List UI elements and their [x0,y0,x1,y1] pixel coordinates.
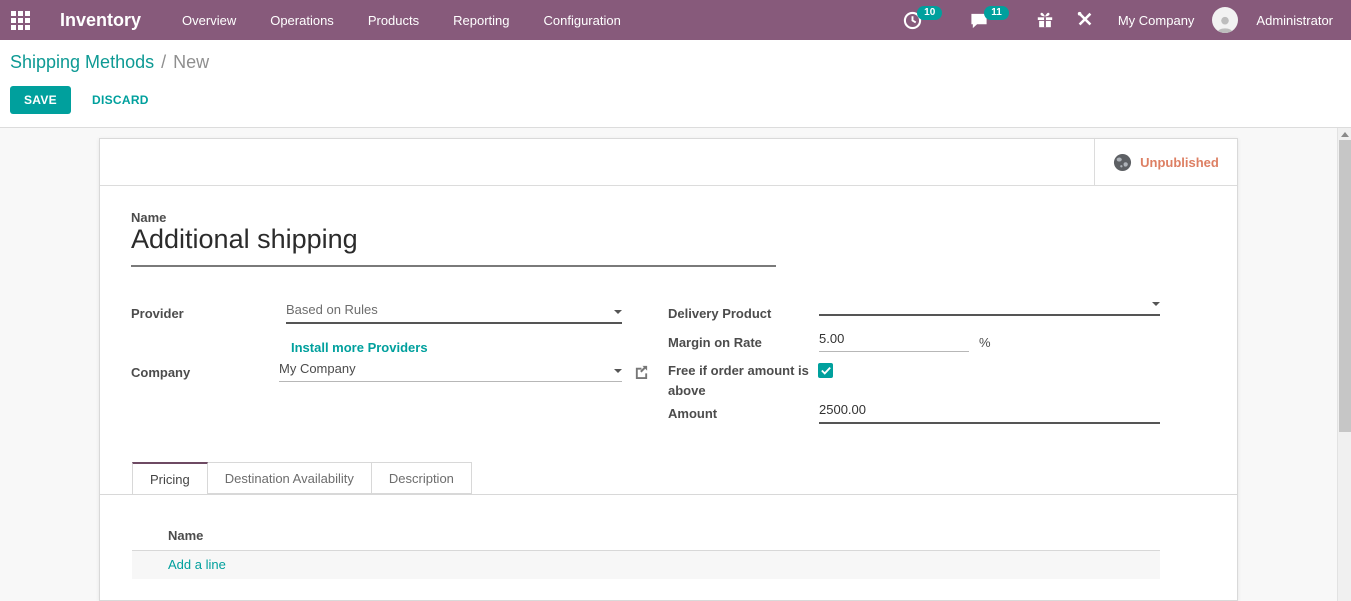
amount-input[interactable]: 2500.00 [819,402,1160,424]
pricing-table: Name Add a line [132,523,1160,579]
amount-label: Amount [668,406,717,421]
tab-pricing[interactable]: Pricing [132,462,208,495]
control-panel-buttons: SAVE DISCARD [10,86,1341,114]
nav-configuration[interactable]: Configuration [531,7,634,34]
user-silhouette-icon [1215,14,1235,33]
top-navbar: Inventory Overview Operations Products R… [0,0,1351,40]
margin-percent-suffix: % [979,335,991,350]
messages-button[interactable]: 11 [963,7,1020,34]
content-area: Unpublished Name Additional shipping Pro… [0,128,1351,601]
name-input[interactable]: Additional shipping [131,224,776,267]
free-if-checkbox[interactable] [818,363,833,378]
sheet-top-strip: Unpublished [100,139,1237,186]
breadcrumb-separator: / [161,52,166,73]
provider-caret-icon [614,310,622,314]
company-label: Company [131,365,190,380]
topbar-right: 10 11 [897,7,1351,34]
nav-reporting[interactable]: Reporting [440,7,522,34]
scrollbar-thumb[interactable] [1339,140,1351,432]
tab-destination-availability[interactable]: Destination Availability [208,462,372,494]
free-if-label: Free if order amount is above [668,361,810,401]
provider-value: Based on Rules [286,302,378,317]
delivery-product-label: Delivery Product [668,306,771,321]
publish-status-label: Unpublished [1140,155,1219,170]
check-icon [821,366,831,375]
margin-on-rate-input[interactable]: 5.00 [819,331,969,352]
app-name[interactable]: Inventory [60,10,141,31]
add-a-line-link[interactable]: Add a line [168,557,226,572]
tools-button[interactable] [1070,7,1100,33]
add-a-line-row[interactable]: Add a line [132,551,1160,579]
globe-icon [1113,153,1132,172]
apps-menu-button[interactable] [0,0,40,40]
nav-overview[interactable]: Overview [169,7,249,34]
company-caret-icon [614,369,622,373]
top-menu: Overview Operations Products Reporting C… [169,7,634,34]
control-panel: Shipping Methods / New SAVE DISCARD [0,40,1351,128]
provider-select[interactable]: Based on Rules [286,302,622,324]
delivery-product-select[interactable] [819,302,1160,316]
gift-button[interactable] [1030,7,1060,33]
screen: Inventory Overview Operations Products R… [0,0,1351,601]
apps-grid-icon [11,11,30,30]
nav-operations[interactable]: Operations [257,7,347,34]
activities-count-badge: 10 [917,6,942,20]
vertical-scrollbar[interactable] [1337,128,1351,601]
margin-on-rate-label: Margin on Rate [668,335,762,350]
form-sheet: Unpublished Name Additional shipping Pro… [99,138,1238,601]
publish-status-button[interactable]: Unpublished [1094,139,1237,185]
company-value: My Company [279,361,356,376]
user-menu[interactable]: Administrator [1248,13,1341,28]
activities-button[interactable]: 10 [897,7,953,34]
delivery-product-caret-icon [1152,302,1160,306]
provider-label: Provider [131,306,184,321]
nav-products[interactable]: Products [355,7,432,34]
external-link-icon [634,364,649,379]
company-switcher[interactable]: My Company [1110,13,1203,28]
breadcrumb: Shipping Methods / New [10,52,1341,73]
discard-button[interactable]: DISCARD [84,86,157,114]
avatar[interactable] [1212,7,1238,33]
scrollbar-up-arrow-icon[interactable] [1341,132,1349,137]
tab-description[interactable]: Description [372,462,472,494]
breadcrumb-current: New [173,52,209,73]
company-select[interactable]: My Company [279,361,622,382]
tools-icon [1076,11,1094,29]
install-providers-link[interactable]: Install more Providers [291,340,428,355]
messages-count-badge: 11 [984,6,1009,20]
notebook-tabs: Pricing Destination Availability Descrip… [100,462,1237,495]
pricing-table-header-name: Name [132,523,1160,551]
name-label: Name [131,210,166,225]
company-open-record-button[interactable] [634,364,649,384]
save-button[interactable]: SAVE [10,86,71,114]
breadcrumb-parent-link[interactable]: Shipping Methods [10,52,154,73]
gift-icon [1036,11,1054,29]
